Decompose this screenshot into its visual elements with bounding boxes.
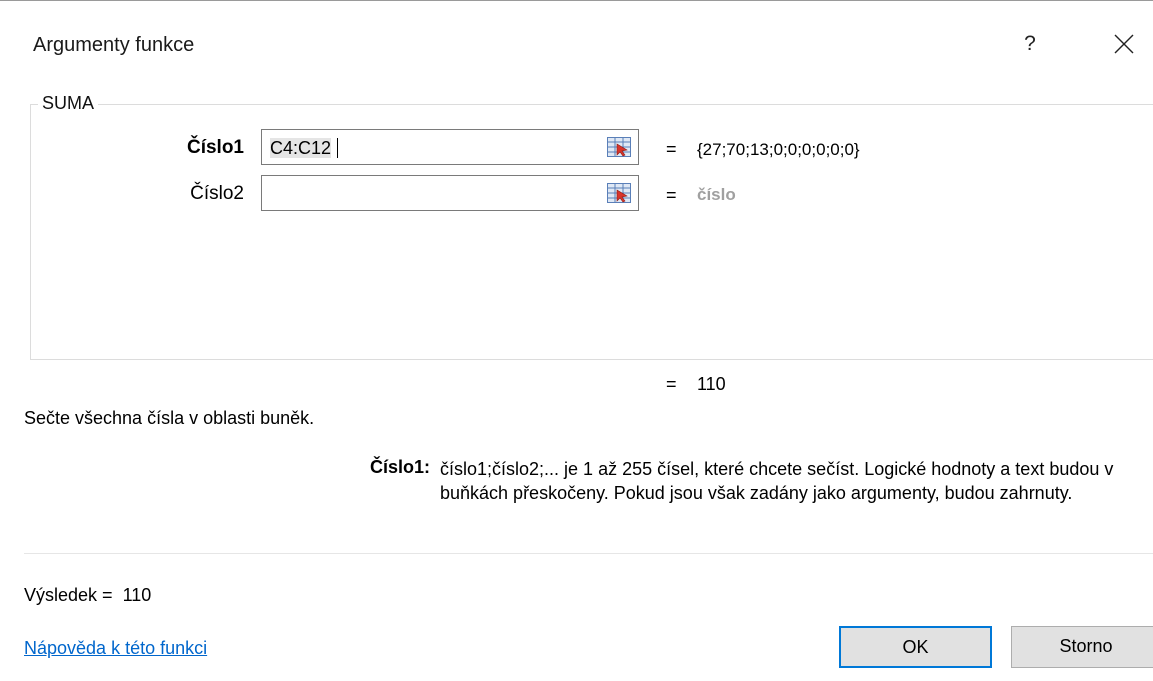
top-border bbox=[0, 0, 1153, 1]
arg2-label: Číslo2 bbox=[190, 183, 244, 204]
arg1-label: Číslo1 bbox=[186, 137, 244, 158]
result-label: Výsledek = bbox=[24, 585, 113, 605]
result-value: 110 bbox=[122, 585, 152, 605]
arg2-result: číslo bbox=[697, 185, 736, 204]
text-caret bbox=[337, 138, 338, 158]
function-name: SUMA bbox=[38, 93, 99, 114]
arg1-result: {27;70;13;0;0;0;0;0;0} bbox=[697, 140, 860, 159]
arg2-equals: = bbox=[666, 185, 677, 205]
ok-button[interactable]: OK bbox=[839, 626, 992, 668]
arg1-value: C4:C12 bbox=[270, 138, 332, 158]
help-button[interactable]: ? bbox=[1010, 22, 1050, 66]
function-arguments-dialog: Argumenty funkce ? SUMA Číslo1 C4:C12 = … bbox=[0, 0, 1153, 681]
cancel-button[interactable]: Storno bbox=[1011, 626, 1153, 668]
arg-description-text: číslo1;číslo2;... je 1 až 255 čísel, kte… bbox=[440, 459, 1114, 503]
result-line: Výsledek = 110 bbox=[24, 585, 151, 606]
arg2-range-button[interactable] bbox=[600, 177, 637, 209]
close-button[interactable] bbox=[1102, 22, 1146, 66]
separator bbox=[24, 553, 1153, 554]
arg2-input[interactable] bbox=[261, 175, 639, 211]
range-selector-icon bbox=[607, 137, 631, 157]
function-total: 110 bbox=[697, 374, 726, 394]
arg1-range-button[interactable] bbox=[600, 131, 637, 163]
arg-description-label: Číslo1: bbox=[369, 457, 430, 477]
help-link[interactable]: Nápověda k této funkci bbox=[24, 638, 207, 659]
close-icon bbox=[1114, 34, 1134, 54]
arg1-equals: = bbox=[666, 139, 677, 159]
range-selector-icon bbox=[607, 183, 631, 203]
function-description: Sečte všechna čísla v oblasti buněk. bbox=[24, 408, 315, 428]
arg1-input[interactable]: C4:C12 bbox=[261, 129, 639, 165]
dialog-title: Argumenty funkce bbox=[33, 34, 195, 56]
total-equals: = bbox=[666, 374, 677, 394]
